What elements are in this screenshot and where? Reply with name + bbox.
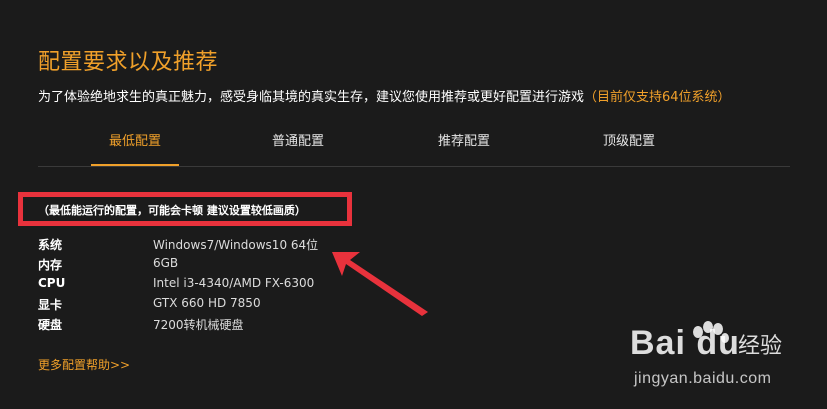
baidu-jingyan-watermark: Bai du 经验 jingyan.baidu.com bbox=[628, 320, 818, 400]
spec-value: 7200转机械硬盘 bbox=[153, 318, 244, 332]
spec-value: GTX 660 HD 7850 bbox=[153, 296, 261, 310]
spec-value: Windows7/Windows10 64位 bbox=[153, 238, 319, 252]
annotation-arrow-icon bbox=[332, 252, 428, 316]
tab-normal[interactable]: 普通配置 bbox=[254, 130, 342, 166]
more-config-help-link[interactable]: 更多配置帮助>> bbox=[38, 356, 130, 373]
subtitle-text: 为了体验绝地求生的真正魅力，感受身临其境的真实生存，建议您使用推荐或更好配置进行… bbox=[38, 90, 585, 105]
min-config-note: （最低能运行的配置，可能会卡顿 建议设置较低画质） bbox=[38, 204, 306, 217]
page-subtitle: 为了体验绝地求生的真正魅力，感受身临其境的真实生存，建议您使用推荐或更好配置进行… bbox=[38, 86, 731, 105]
config-panel: 配置要求以及推荐 为了体验绝地求生的真正魅力，感受身临其境的真实生存，建议您使用… bbox=[0, 0, 827, 409]
tab-top[interactable]: 顶级配置 bbox=[585, 130, 673, 166]
spec-value: 6GB bbox=[153, 256, 179, 270]
page-title: 配置要求以及推荐 bbox=[38, 50, 219, 75]
subtitle-note: （目前仅支持64位系统） bbox=[584, 90, 731, 105]
spec-label: 系统 bbox=[38, 238, 63, 252]
spec-label: 内存 bbox=[38, 258, 63, 272]
spec-label: 硬盘 bbox=[38, 318, 63, 332]
tab-minimum[interactable]: 最低配置 bbox=[91, 130, 179, 166]
config-tabs: 最低配置 普通配置 推荐配置 顶级配置 bbox=[38, 122, 790, 167]
watermark-cn: 经验 bbox=[738, 334, 783, 359]
spec-value: Intel i3-4340/AMD FX-6300 bbox=[153, 276, 315, 290]
spec-label: CPU bbox=[38, 276, 66, 290]
watermark-url: jingyan.baidu.com bbox=[634, 370, 772, 387]
spec-label: 显卡 bbox=[38, 298, 63, 312]
tab-recommended[interactable]: 推荐配置 bbox=[420, 130, 508, 166]
paw-icon bbox=[693, 321, 729, 343]
